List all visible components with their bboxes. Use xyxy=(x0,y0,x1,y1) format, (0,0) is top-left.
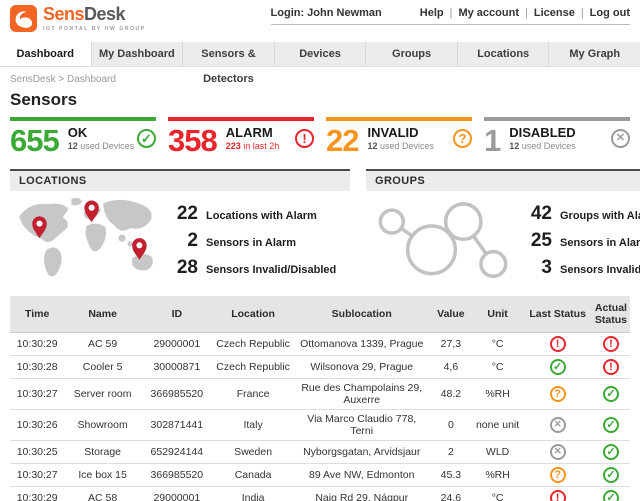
sensors-table: Time Name ID Location Sublocation Value … xyxy=(10,296,630,501)
col-name: Name xyxy=(64,296,141,333)
last-status-icon xyxy=(550,386,566,402)
ok-label: OK xyxy=(68,126,137,140)
disabled-count: 1 xyxy=(484,126,500,156)
stat-sensors-invalid-disabled: 28 Sensors Invalid/Disabled xyxy=(164,257,346,279)
disabled-cross-icon xyxy=(611,129,630,148)
card-ok[interactable]: 655 OK 12 used Devices xyxy=(10,117,156,156)
last-status-icon xyxy=(550,444,566,460)
alarm-sublabel: 223 in last 2h xyxy=(226,141,295,151)
stat-locations-with-alarm: 22 Locations with Alarm xyxy=(164,203,346,225)
locations-panel: LOCATIONS xyxy=(10,169,350,287)
link-separator: | xyxy=(450,7,453,19)
card-disabled[interactable]: 1 DISABLED 12 used Devices xyxy=(484,117,630,156)
actual-status-icon xyxy=(603,490,619,501)
col-unit: Unit xyxy=(472,296,524,333)
table-row[interactable]: 10:30:28 Cooler 5 30000871 Czech Republi… xyxy=(10,356,630,379)
card-invalid[interactable]: 22 INVALID 12 used Devices xyxy=(326,117,472,156)
actual-status-icon xyxy=(603,467,619,483)
card-alarm[interactable]: 358 ALARM 223 in last 2h xyxy=(168,117,314,156)
status-cards: 655 OK 12 used Devices 358 ALARM 223 in … xyxy=(10,117,630,156)
ok-sublabel: 12 used Devices xyxy=(68,141,137,151)
logo-tagline: IOT PORTAL BY HW GROUP xyxy=(43,26,146,32)
col-actual-status: Actual Status xyxy=(592,296,630,333)
link-separator: | xyxy=(581,7,584,19)
table-header: Time Name ID Location Sublocation Value … xyxy=(10,296,630,333)
col-location: Location xyxy=(213,296,294,333)
tab-sensors-detectors[interactable]: Sensors & Detectors xyxy=(183,42,275,66)
tab-devices[interactable]: Devices xyxy=(275,42,367,66)
tab-dashboard[interactable]: Dashboard xyxy=(0,42,92,66)
invalid-question-icon xyxy=(453,129,472,148)
invalid-count: 22 xyxy=(326,126,358,156)
locations-panel-title: LOCATIONS xyxy=(10,169,350,191)
ok-check-icon xyxy=(137,129,156,148)
overview-panels: LOCATIONS xyxy=(10,169,630,287)
actual-status-icon xyxy=(603,444,619,460)
link-separator: | xyxy=(525,7,528,19)
last-status-icon xyxy=(550,336,566,352)
stat-sensors-invalid-disabled: 3 Sensors Invalid/Disabled xyxy=(518,257,640,279)
logo-wordmark: SensDesk xyxy=(43,5,146,24)
breadcrumb[interactable]: SensDesk > Dashboard xyxy=(0,67,640,87)
table-row[interactable]: 10:30:27 Server room 366985520 France Ru… xyxy=(10,379,630,410)
license-link[interactable]: License xyxy=(534,7,575,19)
invalid-sublabel: 12 used Devices xyxy=(367,141,453,151)
stat-sensors-in-alarm: 2 Sensors in Alarm xyxy=(164,230,346,252)
stat-groups-with-alarm: 42 Groups with Alarm xyxy=(518,203,640,225)
table-row[interactable]: 10:30:29 AC 58 29000001 India Naig Rd 29… xyxy=(10,487,630,501)
alarm-label: ALARM xyxy=(226,126,295,140)
col-time: Time xyxy=(10,296,64,333)
disabled-sublabel: 12 used Devices xyxy=(509,141,611,151)
main-nav: Dashboard My Dashboard Sensors & Detecto… xyxy=(0,42,640,67)
groups-stats: 42 Groups with Alarm 25 Sensors in Alarm… xyxy=(518,203,640,279)
network-graphic xyxy=(368,195,518,287)
table-row[interactable]: 10:30:27 Ice box 15 366985520 Canada 89 … xyxy=(10,464,630,487)
groups-panel: GROUPS 42 Groups with Alarm xyxy=(366,169,640,287)
last-status-icon xyxy=(550,490,566,501)
tab-my-graph[interactable]: My Graph xyxy=(549,42,640,66)
table-row[interactable]: 10:30:25 Storage 652924144 Sweden Nyborg… xyxy=(10,441,630,464)
world-map-graphic xyxy=(12,193,164,289)
sensdesk-logo-icon xyxy=(10,5,37,32)
groups-panel-title: GROUPS xyxy=(366,169,640,191)
last-status-icon xyxy=(550,467,566,483)
table-row[interactable]: 10:30:26 Showroom 302871441 Italy Via Ma… xyxy=(10,410,630,441)
last-status-icon xyxy=(550,359,566,375)
help-link[interactable]: Help xyxy=(420,7,444,19)
page-title: Sensors xyxy=(10,90,630,110)
my-account-link[interactable]: My account xyxy=(458,7,519,19)
ok-count: 655 xyxy=(10,126,59,156)
login-user-label: Login: John Newman xyxy=(271,7,382,19)
sensdesk-logo[interactable]: SensDesk IOT PORTAL BY HW GROUP xyxy=(10,5,146,32)
actual-status-icon xyxy=(603,336,619,352)
table-row[interactable]: 10:30:29 AC 59 29000001 Czech Republic O… xyxy=(10,333,630,356)
tab-groups[interactable]: Groups xyxy=(366,42,458,66)
tab-locations[interactable]: Locations xyxy=(458,42,550,66)
logout-link[interactable]: Log out xyxy=(590,7,630,19)
actual-status-icon xyxy=(603,386,619,402)
col-id: ID xyxy=(141,296,213,333)
app-header: SensDesk IOT PORTAL BY HW GROUP Login: J… xyxy=(0,0,640,42)
col-value: Value xyxy=(430,296,472,333)
actual-status-icon xyxy=(603,359,619,375)
last-status-icon xyxy=(550,417,566,433)
login-bar: Login: John Newman Help | My account | L… xyxy=(271,7,630,25)
alarm-count: 358 xyxy=(168,126,217,156)
actual-status-icon xyxy=(603,417,619,433)
tab-my-dashboard[interactable]: My Dashboard xyxy=(92,42,184,66)
stat-sensors-in-alarm: 25 Sensors in Alarm xyxy=(518,230,640,252)
invalid-label: INVALID xyxy=(367,126,453,140)
locations-stats: 22 Locations with Alarm 2 Sensors in Ala… xyxy=(164,203,346,279)
col-sublocation: Sublocation xyxy=(293,296,430,333)
disabled-label: DISABLED xyxy=(509,126,611,140)
alarm-exclamation-icon xyxy=(295,129,314,148)
col-last-status: Last Status xyxy=(523,296,591,333)
